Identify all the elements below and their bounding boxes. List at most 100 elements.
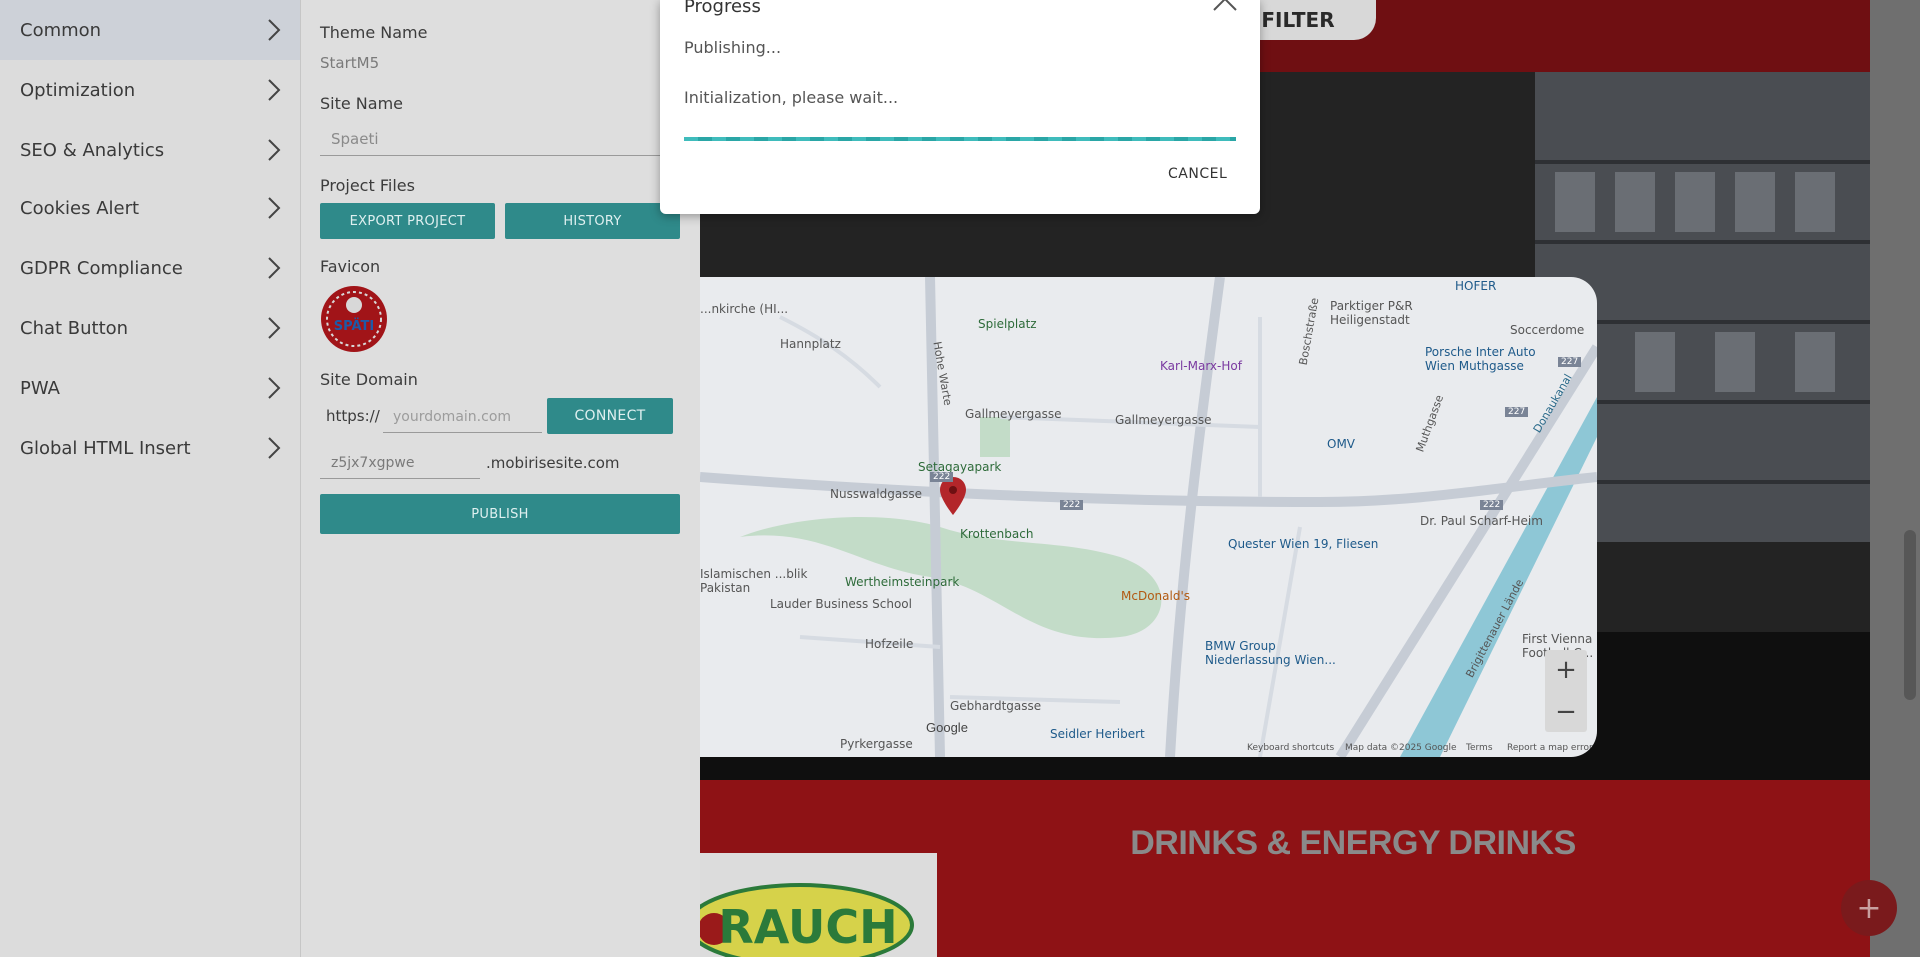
favicon-image[interactable]: SPÄTI [320, 285, 388, 353]
map-embed[interactable]: Spielplatz Hannplatz Gallmeyergasse Gall… [700, 277, 1597, 757]
zoom-in-button[interactable]: + [1545, 650, 1587, 690]
map-zoom-control: + − [1545, 650, 1587, 732]
map-footer-link[interactable]: Terms [1466, 743, 1493, 753]
common-settings-panel: Theme Name StartM5 Site Name Spaeti Proj… [301, 0, 700, 957]
progress-dialog: Progress Publishing... Initialization, p… [660, 0, 1260, 214]
sidebar-item-global-html-insert[interactable]: Global HTML Insert [0, 418, 300, 478]
map-label: Seidler Heribert [1050, 727, 1145, 741]
map-label: Nusswaldgasse [830, 487, 923, 501]
page-scrollbar[interactable] [1904, 530, 1916, 700]
domain-input-underline [383, 432, 542, 433]
sidebar-item-label: Global HTML Insert [20, 437, 191, 459]
connect-button[interactable]: CONNECT [547, 398, 673, 434]
road-badge: 222 [930, 472, 954, 482]
publish-button[interactable]: PUBLISH [320, 494, 680, 534]
map-footer-link[interactable]: Report a map error [1507, 743, 1593, 753]
add-block-button[interactable]: + [1841, 880, 1897, 936]
progress-bar-fill [684, 137, 1236, 141]
chevron-up-icon[interactable] [1212, 0, 1238, 14]
domain-input[interactable]: yourdomain.com [393, 409, 511, 425]
subdomain-suffix: .mobirisesite.com [486, 454, 620, 472]
favicon-text: SPÄTI [334, 318, 374, 334]
map-label: ...nkirche (HI... [700, 302, 789, 316]
settings-sidebar: Common Optimization SEO & Analytics Cook… [0, 0, 301, 957]
map-label: Islamischen ...blik Pakistan [700, 567, 808, 595]
rauch-logo: RAUCH [700, 883, 914, 957]
site-name-input[interactable]: Spaeti [331, 130, 379, 148]
map-label: OMV [1327, 437, 1356, 451]
chevron-right-icon [268, 317, 281, 339]
map-label: Lauder Business School [770, 597, 912, 611]
site-name-label: Site Name [320, 94, 404, 113]
favicon-label: Favicon [320, 257, 381, 276]
map-label: Hannplatz [780, 337, 841, 351]
map-label: McDonald's [1121, 589, 1190, 603]
chevron-right-icon [268, 79, 281, 101]
favicon-logo-icon: SPÄTI [321, 286, 387, 352]
progress-bar [684, 137, 1236, 141]
dialog-title: Progress [684, 0, 761, 17]
map-label: Gebhardtgasse [950, 699, 1042, 713]
brand-logo-card: RAUCH [700, 853, 937, 957]
theme-name-label: Theme Name [320, 23, 428, 42]
road-badge: 227 [1505, 407, 1529, 417]
map-label: Soccerdome [1510, 323, 1585, 337]
map-footer-link[interactable]: Keyboard shortcuts [1247, 743, 1334, 753]
sidebar-item-label: Optimization [20, 79, 136, 101]
google-logo: Google [926, 720, 968, 735]
sidebar-item-label: GDPR Compliance [20, 257, 183, 279]
map-label: Wertheimsteinpark [845, 575, 960, 589]
export-project-button[interactable]: EXPORT PROJECT [320, 203, 495, 239]
sidebar-item-label: SEO & Analytics [20, 139, 165, 161]
chevron-right-icon [268, 19, 281, 41]
site-domain-label: Site Domain [320, 370, 418, 389]
map-label: HOFER [1455, 279, 1497, 293]
project-files-label: Project Files [320, 176, 415, 195]
chevron-right-icon [268, 139, 281, 161]
sidebar-item-common[interactable]: Common [0, 0, 300, 60]
sidebar-item-label: Cookies Alert [20, 197, 140, 219]
chevron-right-icon [268, 437, 281, 459]
sidebar-item-label: Chat Button [20, 317, 129, 339]
section-title: DRINKS & ENERGY DRINKS [1130, 824, 1576, 862]
map-label: Parktiger P&R Heiligenstadt [1330, 299, 1413, 327]
sidebar-item-seo-analytics[interactable]: SEO & Analytics [0, 120, 300, 180]
site-name-underline [320, 155, 700, 156]
map-footer-text: Map data ©2025 Google [1345, 743, 1457, 753]
chevron-right-icon [268, 197, 281, 219]
map-label: Gallmeyergasse [965, 407, 1062, 421]
chevron-right-icon [268, 377, 281, 399]
road-badge: 227 [1558, 357, 1582, 367]
map-label: Gallmeyergasse [1115, 413, 1212, 427]
history-button[interactable]: HISTORY [505, 203, 680, 239]
map-label: Quester Wien 19, Fliesen [1228, 537, 1379, 551]
map-label: Krottenbach [960, 527, 1034, 541]
map-label: BMW Group Niederlassung Wien... [1205, 639, 1336, 667]
dialog-status: Publishing... [684, 38, 782, 57]
map-label: Porsche Inter Auto Wien Muthgasse [1425, 345, 1536, 373]
chevron-right-icon [268, 257, 281, 279]
road-badge: 222 [1060, 500, 1084, 510]
sidebar-item-pwa[interactable]: PWA [0, 358, 300, 418]
theme-name-value: StartM5 [320, 54, 380, 72]
subdomain-input[interactable]: z5jx7xgpwe [331, 455, 414, 471]
dialog-message: Initialization, please wait... [684, 88, 899, 107]
zoom-out-button[interactable]: − [1545, 692, 1587, 732]
map-label: Spielplatz [978, 317, 1037, 331]
map-label: Dr. Paul Scharf-Heim [1420, 514, 1543, 528]
sidebar-item-chat-button[interactable]: Chat Button [0, 298, 300, 358]
sidebar-item-cookies-alert[interactable]: Cookies Alert [0, 178, 300, 238]
sidebar-item-gdpr-compliance[interactable]: GDPR Compliance [0, 238, 300, 298]
map-label: Hofzeile [865, 637, 914, 651]
subdomain-underline [320, 478, 480, 479]
map-label: Karl-Marx-Hof [1160, 359, 1242, 373]
sidebar-item-label: Common [20, 19, 102, 41]
map-pin-icon[interactable] [940, 477, 966, 515]
page-right-gutter [1870, 0, 1920, 957]
sidebar-item-optimization[interactable]: Optimization [0, 60, 300, 120]
domain-prefix: https:// [326, 407, 380, 425]
map-label: Pyrkergasse [840, 737, 913, 751]
sidebar-item-label: PWA [20, 377, 60, 399]
logo-text: RAUCH [718, 900, 897, 954]
cancel-button[interactable]: CANCEL [1168, 166, 1227, 182]
